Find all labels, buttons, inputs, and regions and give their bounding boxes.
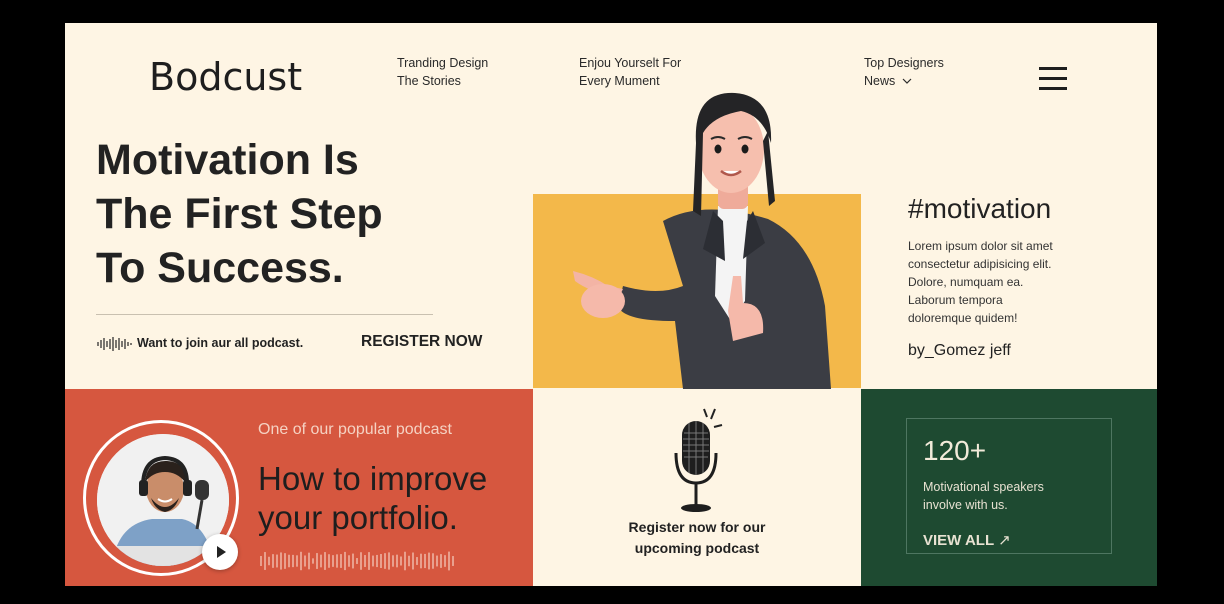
businessman-illustration: [573, 92, 831, 389]
stat-desc-line: involve with us.: [923, 498, 1008, 512]
author-byline: by_Gomez jeff: [908, 342, 1011, 359]
headline-line: To Success.: [96, 244, 344, 292]
register-now-button[interactable]: REGISTER NOW: [361, 333, 482, 351]
nav-line: News: [864, 72, 944, 90]
register-podcast-cta[interactable]: Register now for our upcoming podcast: [605, 517, 789, 559]
join-podcast-text: Want to join aur all podcast.: [137, 336, 304, 350]
quote-line: consectetur adipisicing elit.: [908, 257, 1052, 271]
quote-line: Dolore, numquam ea.: [908, 275, 1024, 289]
play-icon: [217, 546, 226, 558]
cta-line: upcoming podcast: [634, 540, 760, 556]
chevron-down-icon: [902, 78, 912, 84]
podcast-eyebrow: One of our popular podcast: [258, 421, 452, 438]
quote-line: doloremque quidem!: [908, 311, 1018, 325]
audio-waveform-icon: [260, 551, 454, 571]
podcast-title-line: your portfolio.: [258, 499, 458, 536]
hero-headline: Motivation Is The First Step To Success.: [96, 133, 383, 295]
quote-line: Lorem ipsum dolor sit amet: [908, 239, 1053, 253]
hamburger-icon[interactable]: [1039, 67, 1067, 91]
speakers-count: 120+: [923, 435, 987, 466]
nav-line: Tranding Design: [397, 56, 489, 70]
nav-line: The Stories: [397, 74, 461, 88]
nav-line: Enjou Yourselt For: [579, 56, 682, 70]
play-button[interactable]: [202, 534, 238, 570]
landing-page: Bodcust Tranding Design The Stories Enjo…: [65, 23, 1157, 586]
brand-logo[interactable]: Bodcust: [149, 55, 302, 99]
quote-line: Laborum tempora: [908, 293, 1003, 307]
arrow-up-right-icon: ↗: [998, 532, 1011, 549]
cta-line: Register now for our: [628, 519, 766, 535]
microphone-icon: [674, 408, 723, 512]
waveform-icon: [97, 337, 132, 351]
nav-news-label: News: [864, 74, 896, 88]
podcast-title-line: How to improve: [258, 460, 488, 497]
divider: [96, 314, 433, 315]
view-all-label: VIEW ALL: [923, 532, 995, 549]
speakers-description: Motivational speakers involve with us.: [923, 478, 1044, 514]
nav-line: Top Designers: [864, 56, 944, 70]
hashtag-heading: #motivation: [908, 193, 1052, 224]
stat-desc-line: Motivational speakers: [923, 480, 1044, 494]
nav-dropdown-top-designers[interactable]: Top Designers News: [864, 54, 944, 90]
headline-line: The First Step: [96, 190, 383, 238]
view-all-link[interactable]: VIEW ALL ↗: [923, 531, 1011, 549]
quote-body: Lorem ipsum dolor sit amet consectetur a…: [908, 237, 1098, 327]
podcast-title[interactable]: How to improve your portfolio.: [258, 459, 487, 537]
headline-line: Motivation Is: [96, 136, 359, 184]
nav-link-trending[interactable]: Tranding Design The Stories: [397, 54, 488, 90]
